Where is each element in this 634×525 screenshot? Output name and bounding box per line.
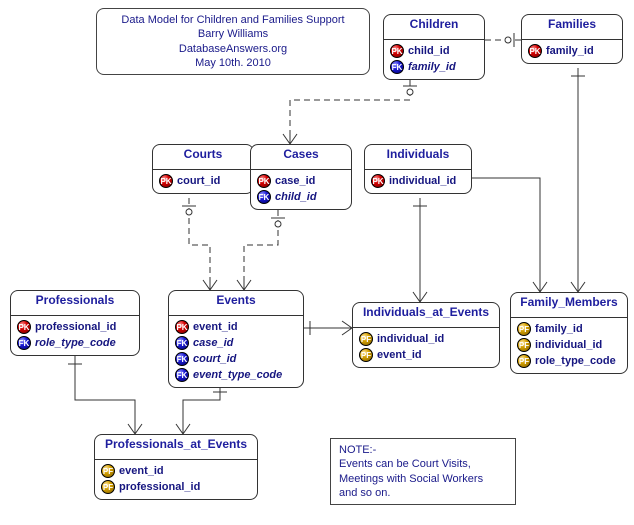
attribute-row: FK family_id: [390, 59, 478, 75]
pf-icon: PF: [359, 332, 373, 346]
pk-icon: PK: [371, 174, 385, 188]
attribute-label: role_type_code: [535, 355, 616, 367]
pk-icon: PK: [390, 44, 404, 58]
attribute-row: PK court_id: [159, 173, 247, 189]
attribute-row: PK professional_id: [17, 319, 133, 335]
pk-icon: PK: [175, 320, 189, 334]
entity-header: Families: [522, 15, 622, 39]
pk-icon: PK: [159, 174, 173, 188]
fk-icon: FK: [257, 190, 271, 204]
entity-individuals-at-events: Individuals_at_Events PF individual_id PF e…: [352, 302, 500, 368]
fk-icon: FK: [390, 60, 404, 74]
entity-family-members: Family_Members PF family_id PF individual_i…: [510, 292, 628, 374]
note-line2: Events can be Court Visits,: [339, 457, 507, 471]
attribute-label: event_type_code: [193, 369, 282, 381]
attribute-label: professional_id: [35, 321, 116, 333]
attribute-row: PK case_id: [257, 173, 345, 189]
attribute-row: FK child_id: [257, 189, 345, 205]
diagram-note: NOTE:- Events can be Court Visits, Meeti…: [330, 438, 516, 505]
attribute-label: role_type_code: [35, 337, 116, 349]
note-line4: and so on.: [339, 486, 507, 500]
title-line2: Barry Williams: [107, 27, 359, 41]
attribute-row: PF professional_id: [101, 479, 251, 495]
entity-professionals-at-events: Professionals_at_Events PF event_id PF prof…: [94, 434, 258, 500]
attribute-label: case_id: [275, 175, 315, 187]
title-line4: May 10th. 2010: [107, 56, 359, 70]
diagram-title: Data Model for Children and Families Sup…: [96, 8, 370, 75]
attribute-row: PF role_type_code: [517, 353, 621, 369]
attribute-row: PF family_id: [517, 321, 621, 337]
attribute-label: event_id: [377, 349, 422, 361]
pf-icon: PF: [517, 338, 531, 352]
attribute-label: professional_id: [119, 481, 200, 493]
entity-courts: Courts PK court_id: [152, 144, 254, 194]
attribute-label: event_id: [193, 321, 238, 333]
attribute-label: family_id: [408, 61, 456, 73]
attribute-label: court_id: [193, 353, 236, 365]
attribute-label: individual_id: [377, 333, 444, 345]
pk-icon: PK: [257, 174, 271, 188]
pf-icon: PF: [517, 322, 531, 336]
attribute-label: child_id: [275, 191, 317, 203]
attribute-label: event_id: [119, 465, 164, 477]
attribute-row: PF event_id: [359, 347, 493, 363]
fk-icon: FK: [17, 336, 31, 350]
attribute-label: case_id: [193, 337, 233, 349]
pf-icon: PF: [517, 354, 531, 368]
entity-header: Children: [384, 15, 484, 39]
entity-children: Children PK child_id FK family_id: [383, 14, 485, 80]
pf-icon: PF: [101, 464, 115, 478]
entity-header: Individuals: [365, 145, 471, 169]
attribute-label: family_id: [535, 323, 583, 335]
attribute-row: FK role_type_code: [17, 335, 133, 351]
attribute-label: court_id: [177, 175, 220, 187]
entity-individuals: Individuals PK individual_id: [364, 144, 472, 194]
pf-icon: PF: [101, 480, 115, 494]
attribute-row: PK child_id: [390, 43, 478, 59]
attribute-row: FK court_id: [175, 351, 297, 367]
pk-icon: PK: [17, 320, 31, 334]
entity-header: Courts: [153, 145, 253, 169]
attribute-row: PK individual_id: [371, 173, 465, 189]
note-line3: Meetings with Social Workers: [339, 472, 507, 486]
entity-header: Professionals_at_Events: [95, 435, 257, 459]
attribute-label: individual_id: [389, 175, 456, 187]
entity-header: Individuals_at_Events: [353, 303, 499, 327]
entity-header: Family_Members: [511, 293, 627, 317]
entity-header: Professionals: [11, 291, 139, 315]
entity-header: Events: [169, 291, 303, 315]
entity-header: Cases: [251, 145, 351, 169]
title-line1: Data Model for Children and Families Sup…: [107, 13, 359, 27]
fk-icon: FK: [175, 352, 189, 366]
attribute-row: PF individual_id: [359, 331, 493, 347]
attribute-row: FK event_type_code: [175, 367, 297, 383]
attribute-row: FK case_id: [175, 335, 297, 351]
pk-icon: PK: [528, 44, 542, 58]
er-diagram-canvas: Data Model for Children and Families Sup…: [0, 0, 634, 525]
attribute-row: PK event_id: [175, 319, 297, 335]
attribute-label: individual_id: [535, 339, 602, 351]
pf-icon: PF: [359, 348, 373, 362]
attribute-row: PF individual_id: [517, 337, 621, 353]
entity-families: Families PK family_id: [521, 14, 623, 64]
entity-professionals: Professionals PK professional_id FK role_ty…: [10, 290, 140, 356]
attribute-label: family_id: [546, 45, 594, 57]
attribute-row: PK family_id: [528, 43, 616, 59]
note-line1: NOTE:-: [339, 443, 507, 457]
fk-icon: FK: [175, 368, 189, 382]
entity-events: Events PK event_id FK case_id FK court_id FK ev…: [168, 290, 304, 388]
title-line3: DatabaseAnswers.org: [107, 42, 359, 56]
entity-cases: Cases PK case_id FK child_id: [250, 144, 352, 210]
fk-icon: FK: [175, 336, 189, 350]
attribute-label: child_id: [408, 45, 450, 57]
attribute-row: PF event_id: [101, 463, 251, 479]
